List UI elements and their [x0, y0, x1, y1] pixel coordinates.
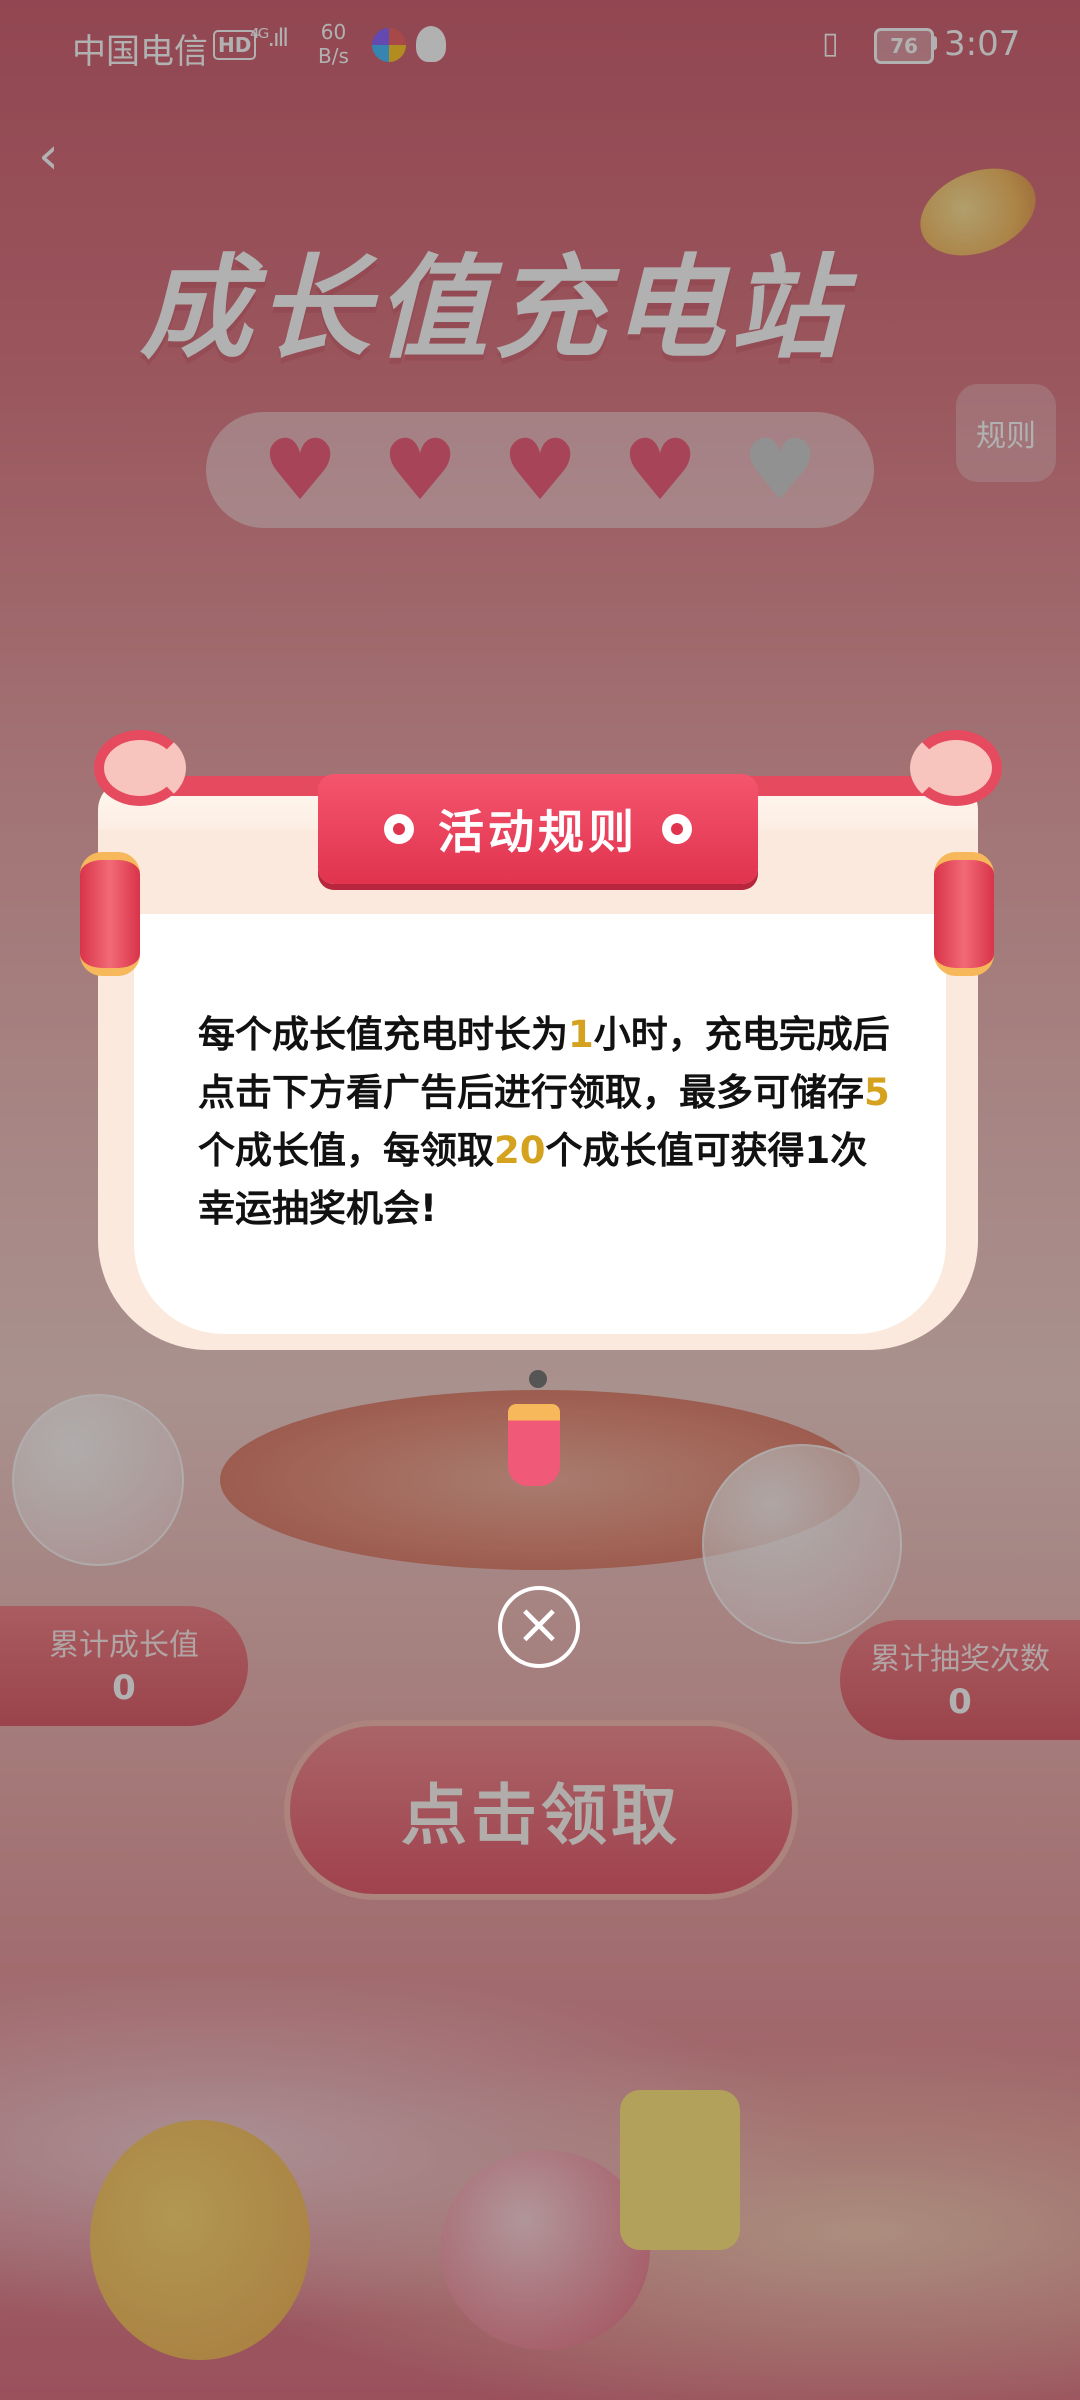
modal-title: 活动规则 — [438, 805, 638, 859]
rules-highlight: 20 — [494, 1129, 546, 1172]
modal-title-ribbon: 活动规则 — [318, 774, 758, 884]
rules-highlight: 1 — [568, 1013, 594, 1056]
rules-modal: 活动规则 每个成长值充电时长为1小时，充电完成后点击下方看广告后进行领取，最多可… — [80, 722, 1002, 1486]
lantern-icon — [934, 852, 994, 976]
rules-text: 每个成长值充电时长为1小时，充电完成后点击下方看广告后进行领取，最多可储存5个成… — [198, 1006, 898, 1238]
scroll-curl-icon — [94, 730, 186, 806]
rules-text-part: 每个成长值充电时长为 — [198, 1013, 568, 1056]
lantern-icon — [80, 852, 140, 976]
ornament-icon — [662, 814, 692, 844]
rules-highlight: 5 — [864, 1071, 890, 1114]
tassel-knot — [529, 1370, 547, 1388]
scroll-curl-icon — [910, 730, 1002, 806]
ornament-icon — [384, 814, 414, 844]
close-button[interactable]: × — [498, 1586, 580, 1668]
rules-text-part: 个成长值，每领取 — [198, 1129, 494, 1172]
tassel-icon — [508, 1404, 560, 1486]
